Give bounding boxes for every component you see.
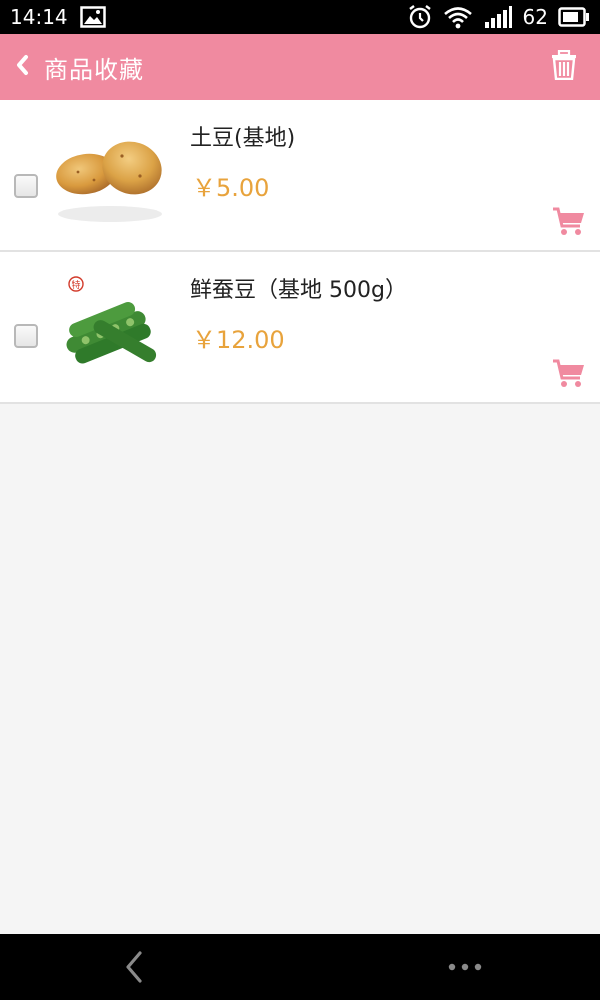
back-button[interactable]: 商品收藏 xyxy=(14,50,144,85)
favorites-list: 土豆(基地) ￥5.00 特 鲜蚕豆（基地 500g） ￥12.00 xyxy=(0,100,600,404)
status-left: 14:14 xyxy=(10,5,106,29)
battery-icon xyxy=(558,7,590,27)
special-badge: 特 xyxy=(71,279,80,291)
item-name: 土豆(基地) xyxy=(190,126,296,151)
nav-back-button[interactable] xyxy=(118,950,152,984)
select-checkbox[interactable] xyxy=(14,174,38,198)
system-nav-bar xyxy=(0,934,600,1000)
delete-button[interactable] xyxy=(544,47,584,87)
nav-back-icon xyxy=(118,951,152,988)
wifi-icon xyxy=(443,5,473,29)
item-name: 鲜蚕豆（基地 500g） xyxy=(190,278,407,303)
add-to-cart-button[interactable] xyxy=(552,206,586,236)
select-checkbox[interactable] xyxy=(14,324,38,348)
battery-level: 62 xyxy=(522,5,548,29)
more-dots-icon xyxy=(446,963,486,982)
potato-image xyxy=(52,114,168,232)
item-price: ￥5.00 xyxy=(192,174,270,202)
signal-icon xyxy=(483,5,513,29)
broad-beans-image: 特 xyxy=(52,266,168,384)
status-time: 14:14 xyxy=(10,5,68,29)
status-right: 62 xyxy=(407,4,590,30)
list-item[interactable]: 特 鲜蚕豆（基地 500g） ￥12.00 xyxy=(0,252,600,404)
cart-icon xyxy=(552,207,586,240)
status-bar: 14:14 62 xyxy=(0,0,600,34)
app-header: 商品收藏 xyxy=(0,34,600,100)
add-to-cart-button[interactable] xyxy=(552,358,586,388)
chevron-left-icon xyxy=(14,53,30,81)
alarm-icon xyxy=(407,4,433,30)
trash-icon xyxy=(551,49,577,84)
list-item[interactable]: 土豆(基地) ￥5.00 xyxy=(0,100,600,252)
page-title: 商品收藏 xyxy=(44,55,144,84)
item-price: ￥12.00 xyxy=(192,326,285,354)
image-icon xyxy=(79,6,106,28)
cart-icon xyxy=(552,359,586,392)
nav-more-button[interactable] xyxy=(446,956,486,978)
